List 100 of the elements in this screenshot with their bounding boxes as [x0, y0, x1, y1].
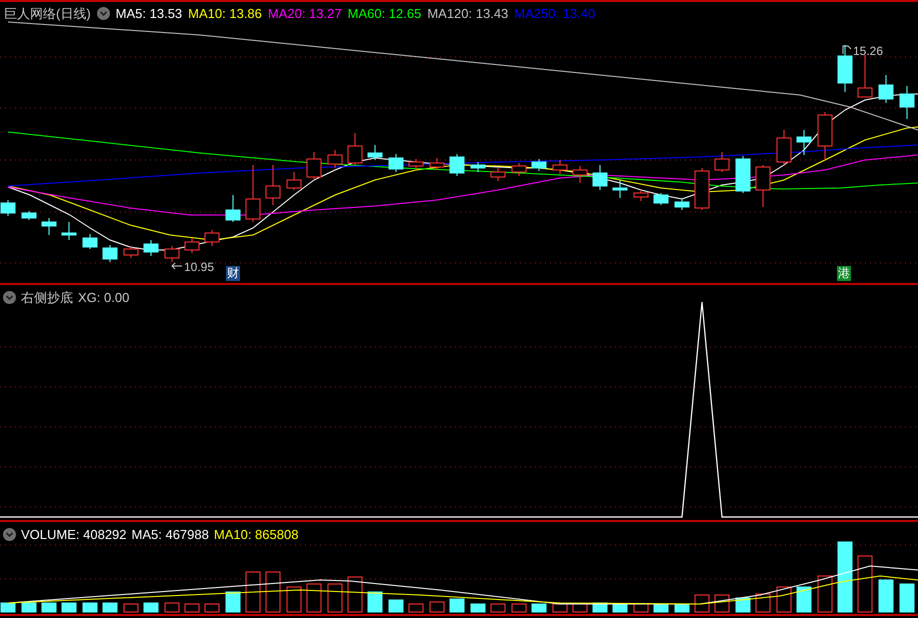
ma-reading: MA20: 13.27	[268, 5, 342, 23]
volume-bar	[796, 586, 812, 612]
volume-bar	[634, 604, 648, 612]
candlestick	[226, 194, 240, 222]
candlestick	[654, 192, 668, 206]
candlestick	[796, 130, 812, 156]
signal-reading: XG: 0.00	[78, 289, 130, 307]
volume-bar	[674, 604, 690, 612]
candlestick	[694, 168, 710, 210]
volume-bar	[144, 602, 158, 612]
candlestick	[82, 234, 98, 250]
volume-bar	[0, 602, 16, 612]
candlestick	[368, 144, 382, 160]
candlestick	[22, 210, 36, 220]
collapse-icon[interactable]	[3, 528, 16, 542]
volume-bar	[756, 594, 770, 612]
volume-bar	[900, 584, 914, 612]
event-marker[interactable]: 财	[226, 266, 240, 281]
candlestick	[164, 246, 180, 262]
ma-reading: MA250: 13.40	[514, 5, 596, 23]
candlestick	[592, 164, 608, 190]
candlestick	[900, 86, 914, 120]
ma-reading: MA120: 13.43	[427, 5, 508, 23]
candlestick	[838, 44, 852, 92]
volume-bar	[714, 594, 730, 612]
volume-bar	[266, 572, 280, 612]
volume-bar	[736, 598, 750, 612]
volume-bar	[388, 600, 404, 612]
volume-bar	[470, 604, 486, 612]
low-price-label: 10.95	[184, 259, 214, 276]
volume-bar	[654, 604, 668, 612]
volume-bar	[532, 604, 546, 612]
volume-bar	[450, 598, 464, 612]
candlestick	[328, 150, 342, 168]
high-price-label: 15.26	[853, 43, 884, 60]
indicator-title: 右侧抄底	[21, 289, 73, 307]
candlestick	[286, 172, 302, 190]
volume-bar	[22, 602, 36, 612]
candlestick	[512, 162, 526, 176]
candlestick	[246, 164, 260, 222]
candlestick	[634, 190, 648, 202]
volume-bar	[430, 602, 444, 612]
volume-bar	[226, 592, 240, 612]
volume-bar	[368, 592, 382, 612]
collapse-icon[interactable]	[96, 7, 110, 20]
volume-bar	[878, 580, 894, 612]
volume-bar	[612, 604, 628, 612]
volume-bar	[512, 604, 526, 612]
candlestick	[776, 130, 792, 166]
candlestick	[878, 74, 894, 104]
chart-title: 巨人网络(日线)	[4, 5, 91, 23]
volume-reading: VOLUME: 408292	[21, 526, 127, 544]
candlestick	[102, 244, 118, 262]
candlestick	[858, 54, 872, 98]
volume-bar	[246, 572, 260, 612]
volume-bar	[572, 604, 588, 612]
volume-reading: MA5: 467988	[132, 526, 209, 544]
candlestick	[450, 154, 464, 176]
volume-bar	[124, 604, 138, 612]
event-marker[interactable]: 港	[837, 266, 851, 281]
candlestick	[756, 164, 770, 208]
volume-bar	[858, 556, 872, 612]
candlestick	[736, 156, 750, 194]
volume-bar	[348, 576, 362, 612]
volume-bar	[694, 594, 710, 612]
candlestick	[42, 218, 56, 236]
ma-reading: MA5: 13.53	[116, 5, 182, 23]
candlestick	[674, 198, 690, 210]
volume-bar	[776, 586, 792, 612]
candlestick	[62, 222, 76, 240]
ma-reading: MA10: 13.86	[188, 5, 262, 23]
volume-bar	[184, 604, 200, 612]
candlestick	[124, 246, 138, 258]
candlestick	[306, 152, 322, 180]
collapse-icon[interactable]	[3, 291, 16, 304]
candlestick	[430, 158, 444, 170]
candlestick	[184, 238, 200, 254]
leader-line	[171, 262, 182, 270]
volume-bar	[328, 584, 342, 612]
candlestick	[388, 154, 404, 172]
candlestick	[818, 112, 832, 160]
volume-bar	[838, 542, 852, 612]
candlestick	[714, 152, 730, 172]
volume-reading: MA10: 865808	[214, 526, 298, 544]
candlestick	[552, 160, 568, 174]
volume-bar	[204, 604, 220, 612]
candlestick	[408, 158, 424, 170]
volume-bar	[82, 602, 98, 612]
volume-bar	[490, 604, 506, 612]
candlestick	[348, 132, 362, 166]
volume-bar	[408, 604, 424, 612]
candlestick	[470, 162, 486, 172]
candlestick	[572, 166, 588, 184]
candlestick	[490, 168, 506, 182]
volume-bar	[552, 604, 568, 612]
candlestick	[612, 180, 628, 198]
ma-reading: MA60: 12.65	[348, 5, 422, 23]
volume-bar	[306, 584, 322, 612]
volume-bar	[286, 586, 302, 612]
volume-bar	[818, 576, 832, 612]
